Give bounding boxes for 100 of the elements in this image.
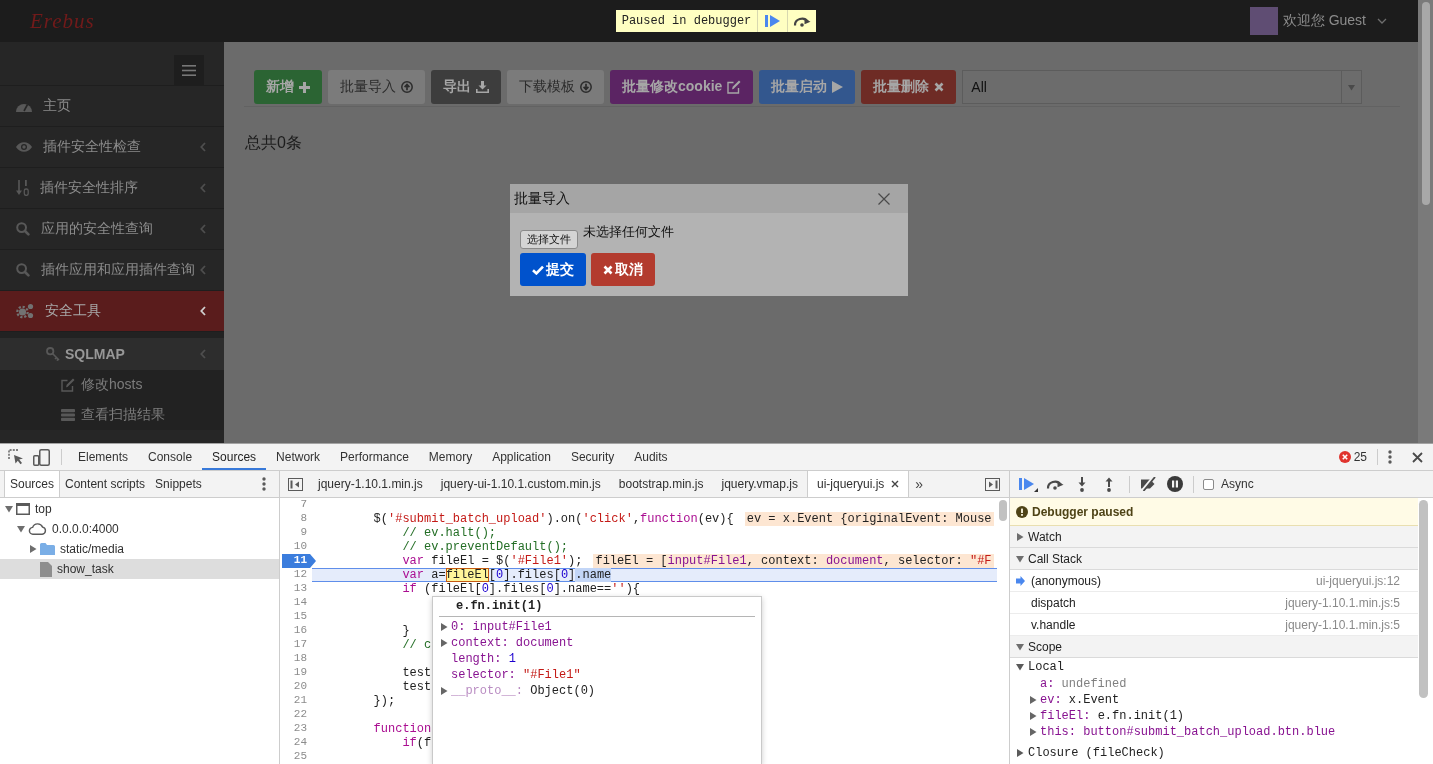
- expand-triangle-icon[interactable]: [1029, 696, 1037, 704]
- frame-location[interactable]: ui-jqueryui.js:12: [1315, 573, 1400, 588]
- edit-icon: [61, 378, 75, 392]
- close-tab-icon[interactable]: [891, 480, 900, 488]
- choose-file-button[interactable]: 选择文件: [520, 230, 578, 249]
- filter-select[interactable]: All: [962, 70, 1362, 104]
- sidebar-item[interactable]: 安全工具: [0, 291, 224, 332]
- download-icon: [476, 81, 489, 93]
- devtools-tab[interactable]: Network: [266, 444, 331, 470]
- pause-icon[interactable]: [1167, 476, 1183, 492]
- cross-icon: [603, 264, 613, 275]
- close-icon[interactable]: [1412, 451, 1423, 463]
- frame-location[interactable]: jquery-1.10.1.min.js:5: [1285, 595, 1400, 610]
- gears-icon: [16, 303, 34, 319]
- more-options-icon[interactable]: [262, 477, 266, 491]
- close-icon[interactable]: [878, 192, 890, 205]
- devtools-tab[interactable]: Audits: [624, 444, 678, 470]
- line-number: 19: [292, 666, 308, 680]
- expand-triangle-icon[interactable]: [440, 623, 448, 631]
- inspect-icon[interactable]: [8, 449, 24, 465]
- sidebar-item[interactable]: 修改hosts: [0, 370, 224, 400]
- tree-item[interactable]: top: [0, 499, 279, 519]
- line-number: 13: [292, 582, 308, 596]
- error-count[interactable]: 25: [1353, 450, 1367, 464]
- devtools-tab[interactable]: Memory: [418, 444, 483, 470]
- plus-icon: [299, 81, 310, 93]
- expand-triangle-icon[interactable]: [440, 687, 448, 695]
- toggle-navigator-icon[interactable]: [288, 477, 303, 491]
- caret-left-icon: [200, 306, 206, 316]
- cancel-button[interactable]: 取消: [591, 253, 655, 286]
- step-into-icon[interactable]: [1077, 476, 1087, 492]
- user-greeting[interactable]: 欢迎您 Guest: [1282, 12, 1366, 30]
- navigator-tab[interactable]: Snippets: [150, 471, 207, 497]
- call-frame[interactable]: (anonymous) ui-jqueryui.js:12: [1010, 570, 1418, 592]
- scope-group[interactable]: Closure (fileCheck): [1010, 744, 1418, 762]
- sidebar-item[interactable]: SQLMAP: [0, 338, 224, 370]
- expand-triangle-icon[interactable]: [1029, 728, 1037, 736]
- file-tab[interactable]: jquery.vmap.js: [712, 471, 807, 497]
- call-frame[interactable]: dispatch jquery-1.10.1.min.js:5: [1010, 592, 1418, 614]
- frame-location[interactable]: jquery-1.10.1.min.js:5: [1285, 617, 1400, 632]
- file-tab[interactable]: ui-jqueryui.js: [806, 471, 910, 497]
- sidebar-item[interactable]: 查看扫描结果: [0, 400, 224, 430]
- devtools-tab[interactable]: Security: [560, 444, 625, 470]
- tree-item[interactable]: static/media: [0, 539, 279, 559]
- file-tab[interactable]: jquery-ui-1.10.1.custom.min.js: [431, 471, 610, 497]
- code-line: // c: [401, 638, 432, 652]
- caret-down-icon[interactable]: [1377, 18, 1387, 24]
- expand-triangle-icon[interactable]: [440, 639, 448, 647]
- code-line: // ev.preventDefault();: [401, 540, 569, 554]
- step-out-icon[interactable]: [1104, 476, 1114, 492]
- toggle-debugger-icon[interactable]: [985, 477, 1000, 491]
- export-button[interactable]: 导出: [431, 70, 501, 104]
- expand-triangle-icon[interactable]: [1029, 712, 1037, 720]
- sidebar-toggle-button[interactable]: [174, 55, 204, 85]
- devtools-tab[interactable]: Elements: [68, 444, 139, 470]
- tree-item[interactable]: show_task: [0, 559, 279, 579]
- folder-icon: [40, 543, 55, 555]
- section-header[interactable]: Scope: [1010, 636, 1418, 658]
- breakpoint-marker[interactable]: 11: [280, 554, 316, 568]
- frame-name: v.handle: [1031, 617, 1076, 632]
- async-checkbox[interactable]: [1203, 478, 1214, 490]
- expand-triangle-icon[interactable]: [17, 525, 25, 533]
- navigator-tab[interactable]: Content scripts: [60, 471, 151, 497]
- expand-triangle-icon[interactable]: [5, 505, 13, 513]
- scrollbar-thumb[interactable]: [1419, 500, 1428, 698]
- devtools-tab[interactable]: Console: [138, 444, 203, 470]
- tree-item[interactable]: 0.0.0.0:4000: [0, 519, 279, 539]
- submit-button[interactable]: 提交: [520, 253, 586, 286]
- more-tabs-button[interactable]: »: [915, 476, 924, 492]
- navigator-tab[interactable]: Sources: [4, 471, 61, 497]
- line-number: 24: [292, 736, 308, 750]
- deactivate-breakpoints-icon[interactable]: [1139, 477, 1158, 491]
- scope-group[interactable]: Local: [1010, 658, 1418, 676]
- line-number: 18: [292, 652, 308, 666]
- more-options-icon[interactable]: [1388, 450, 1392, 464]
- resume-icon[interactable]: [765, 15, 781, 27]
- dialog-title: 批量导入: [514, 189, 570, 208]
- device-toolbar-icon[interactable]: [33, 448, 50, 466]
- file-tab[interactable]: jquery-1.10.1.min.js: [309, 471, 432, 497]
- async-label[interactable]: Async: [1221, 477, 1254, 491]
- step-over-icon[interactable]: [793, 15, 812, 27]
- key-icon: [46, 347, 60, 361]
- search-icon: [16, 222, 30, 236]
- inline-value: fileEl = [input#File1, context: document, selector: "#F: [593, 554, 994, 568]
- devtools-tab[interactable]: Application: [482, 444, 561, 470]
- devtools-tab[interactable]: Performance: [330, 444, 419, 470]
- code-line: $('#submit_batch_upload').on('click',function(ev){: [372, 512, 734, 526]
- expand-triangle-icon[interactable]: [29, 545, 37, 553]
- edit-cookie-button[interactable]: 批量修改cookie: [610, 70, 754, 104]
- section-header[interactable]: Call Stack: [1010, 548, 1418, 570]
- file-tab[interactable]: bootstrap.min.js: [609, 471, 713, 497]
- step-over-icon[interactable]: [1046, 478, 1064, 490]
- banner-text: Debugger paused: [1032, 504, 1134, 519]
- error-icon: [1338, 451, 1351, 463]
- scrollbar-thumb[interactable]: [1422, 2, 1430, 205]
- line-number: 20: [292, 680, 308, 694]
- section-header[interactable]: Watch: [1010, 526, 1418, 548]
- scrollbar-thumb[interactable]: [999, 500, 1007, 521]
- delete-button[interactable]: 批量删除: [861, 70, 957, 104]
- resume-icon[interactable]: [1019, 476, 1038, 492]
